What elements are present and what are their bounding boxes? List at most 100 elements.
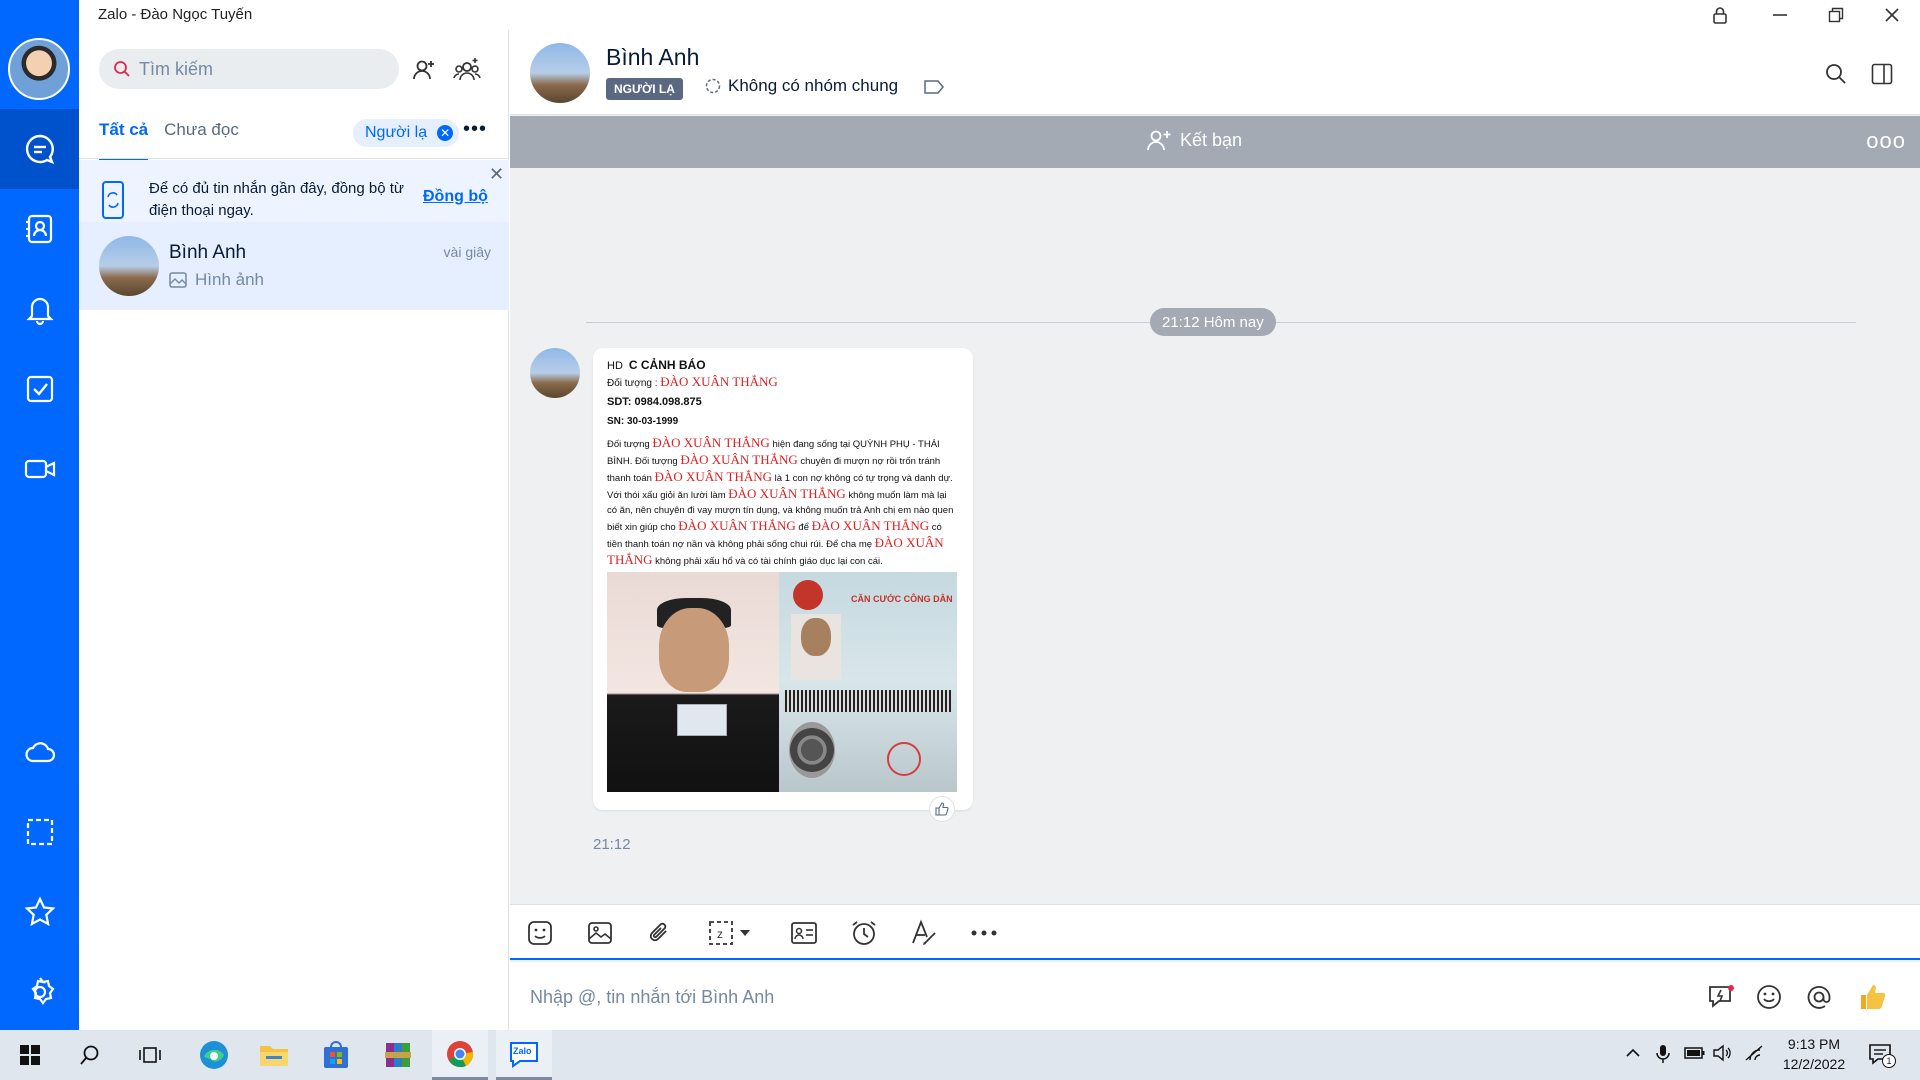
filter-chip-strangers[interactable]: Người lạ ✕ — [353, 119, 460, 147]
taskbar-clock[interactable]: 9:13 PM 12/2/2022 — [1764, 1034, 1864, 1074]
chat-search-button[interactable] — [1818, 56, 1854, 92]
nav-todo[interactable] — [0, 349, 79, 429]
start-button[interactable] — [2, 1030, 58, 1080]
contact-name[interactable]: Bình Anh — [606, 44, 699, 71]
taskbar-winrar[interactable] — [370, 1030, 426, 1080]
attach-file-button[interactable] — [644, 917, 676, 949]
nav-favorites[interactable] — [0, 872, 79, 952]
taskbar-zalo[interactable]: Zalo — [496, 1030, 552, 1080]
network-status[interactable] — [1744, 1044, 1764, 1067]
doc-prefix: HD — [607, 360, 623, 372]
send-like-button[interactable] — [1856, 980, 1890, 1014]
quick-message-button[interactable] — [1704, 980, 1738, 1014]
lock-icon — [1713, 7, 1727, 24]
react-button[interactable] — [929, 796, 955, 822]
store-icon — [324, 1041, 348, 1068]
messages-icon — [25, 134, 54, 165]
tag-icon[interactable] — [924, 80, 944, 94]
minimize-button[interactable] — [1752, 0, 1808, 30]
archive-icon — [385, 1043, 411, 1067]
task-view-button[interactable] — [122, 1030, 178, 1080]
sync-link[interactable]: Đồng bộ — [423, 188, 488, 206]
send-image-button[interactable] — [584, 917, 616, 949]
restore-button[interactable] — [1808, 0, 1864, 30]
filter-chip-label: Người lạ — [365, 124, 428, 141]
list-more-button[interactable]: ••• — [463, 118, 487, 141]
wifi-icon — [1745, 1045, 1763, 1061]
clear-filter-icon[interactable]: ✕ — [437, 125, 454, 141]
conversation-info-button[interactable] — [1864, 56, 1900, 92]
taskbar-chrome[interactable] — [432, 1030, 488, 1080]
close-button[interactable] — [1864, 0, 1920, 30]
taskbar-search-button[interactable] — [62, 1030, 118, 1080]
gear-icon — [30, 977, 55, 1005]
reminder-button[interactable] — [848, 917, 880, 949]
search-input[interactable] — [139, 58, 369, 80]
close-banner-icon[interactable]: ✕ — [489, 164, 504, 185]
conversation-tabs: Tất cả Chưa đọc — [99, 120, 239, 160]
text-format-button[interactable] — [908, 917, 940, 949]
star-icon — [24, 896, 55, 927]
screenshot-button[interactable]: z — [704, 917, 760, 949]
message-composer — [510, 962, 1920, 1030]
add-friend-button[interactable] — [406, 52, 442, 88]
taskbar-file-explorer[interactable] — [246, 1030, 302, 1080]
show-hidden-icons[interactable] — [1624, 1044, 1642, 1067]
conversation-item[interactable]: Bình Anh vài giây Hình ảnh — [79, 222, 509, 310]
nav-messages[interactable] — [0, 109, 79, 189]
date-divider: 21:12 Hôm nay — [1150, 308, 1276, 336]
doc-body: Đối tượng ĐÀO XUÂN THẮNG hiện đang sống … — [607, 435, 957, 569]
mention-icon — [1807, 985, 1831, 1009]
mention-button[interactable] — [1802, 980, 1836, 1014]
contacts-icon — [25, 214, 52, 244]
tab-all[interactable]: Tất cả — [99, 120, 149, 160]
user-avatar[interactable] — [8, 38, 70, 100]
chat-panel: Bình Anh NGƯỜI LẠ Không có nhóm chung Kế… — [510, 30, 1920, 1030]
composer-toolbar: z — [510, 904, 1920, 960]
volume-control[interactable] — [1712, 1044, 1734, 1067]
taskbar-store[interactable] — [308, 1030, 364, 1080]
friend-bar-more-button[interactable]: ooo — [1866, 128, 1906, 154]
nav-cloud[interactable] — [0, 712, 79, 792]
nav-contacts[interactable] — [0, 189, 79, 269]
send-contact-card-button[interactable] — [788, 917, 820, 949]
nav-capture[interactable] — [0, 792, 79, 872]
doc-phone: SDT: 0984.098.875 — [607, 396, 702, 408]
add-friend-bar-button[interactable]: Kết bạn — [1146, 128, 1242, 152]
close-icon — [1885, 8, 1899, 22]
message-input[interactable] — [530, 982, 1630, 1012]
doc-heading-line: HD C CẢNH BÁO — [607, 358, 957, 374]
doc-subject-label: Đối tượng : — [607, 378, 658, 389]
sticker-button[interactable] — [524, 917, 556, 949]
person-photo — [607, 572, 779, 792]
microphone-status[interactable] — [1654, 1044, 1672, 1069]
nav-notifications[interactable] — [0, 269, 79, 349]
attachment-icon — [649, 922, 667, 942]
sender-avatar[interactable] — [530, 348, 580, 398]
more-tools-button[interactable] — [968, 917, 1000, 949]
reminder-icon — [852, 921, 876, 945]
notification-center[interactable]: 1 — [1868, 1042, 1896, 1073]
search-box[interactable] — [99, 49, 399, 89]
battery-status[interactable] — [1684, 1044, 1706, 1067]
title-bar: Zalo - Đào Ngọc Tuyến — [0, 0, 1920, 30]
contact-avatar[interactable] — [530, 43, 590, 103]
tab-unread[interactable]: Chưa đọc — [164, 120, 239, 160]
taskbar-edge[interactable] — [186, 1030, 242, 1080]
national-emblem — [793, 580, 823, 610]
restore-icon — [1828, 7, 1844, 23]
video-call-icon — [24, 459, 55, 479]
stranger-badge: NGƯỜI LẠ — [606, 78, 683, 100]
emoji-button[interactable] — [1752, 980, 1786, 1014]
clock-time: 9:13 PM — [1787, 1036, 1841, 1052]
lock-button[interactable] — [1692, 0, 1748, 30]
common-groups[interactable]: Không có nhóm chung — [704, 76, 898, 96]
add-friend-label: Kết bạn — [1180, 129, 1243, 150]
image-message[interactable]: HD C CẢNH BÁO Đối tượng : ĐÀO XUÂN THẮNG … — [593, 348, 973, 822]
doc-subject: Đối tượng : ĐÀO XUÂN THẮNG — [607, 374, 957, 391]
nav-video-call[interactable] — [0, 429, 79, 509]
id-barcode — [785, 690, 951, 712]
id-card-image: CĂN CƯỚC CÔNG DÂN — [779, 572, 957, 792]
create-group-button[interactable] — [449, 52, 485, 88]
nav-settings[interactable] — [0, 952, 79, 1032]
